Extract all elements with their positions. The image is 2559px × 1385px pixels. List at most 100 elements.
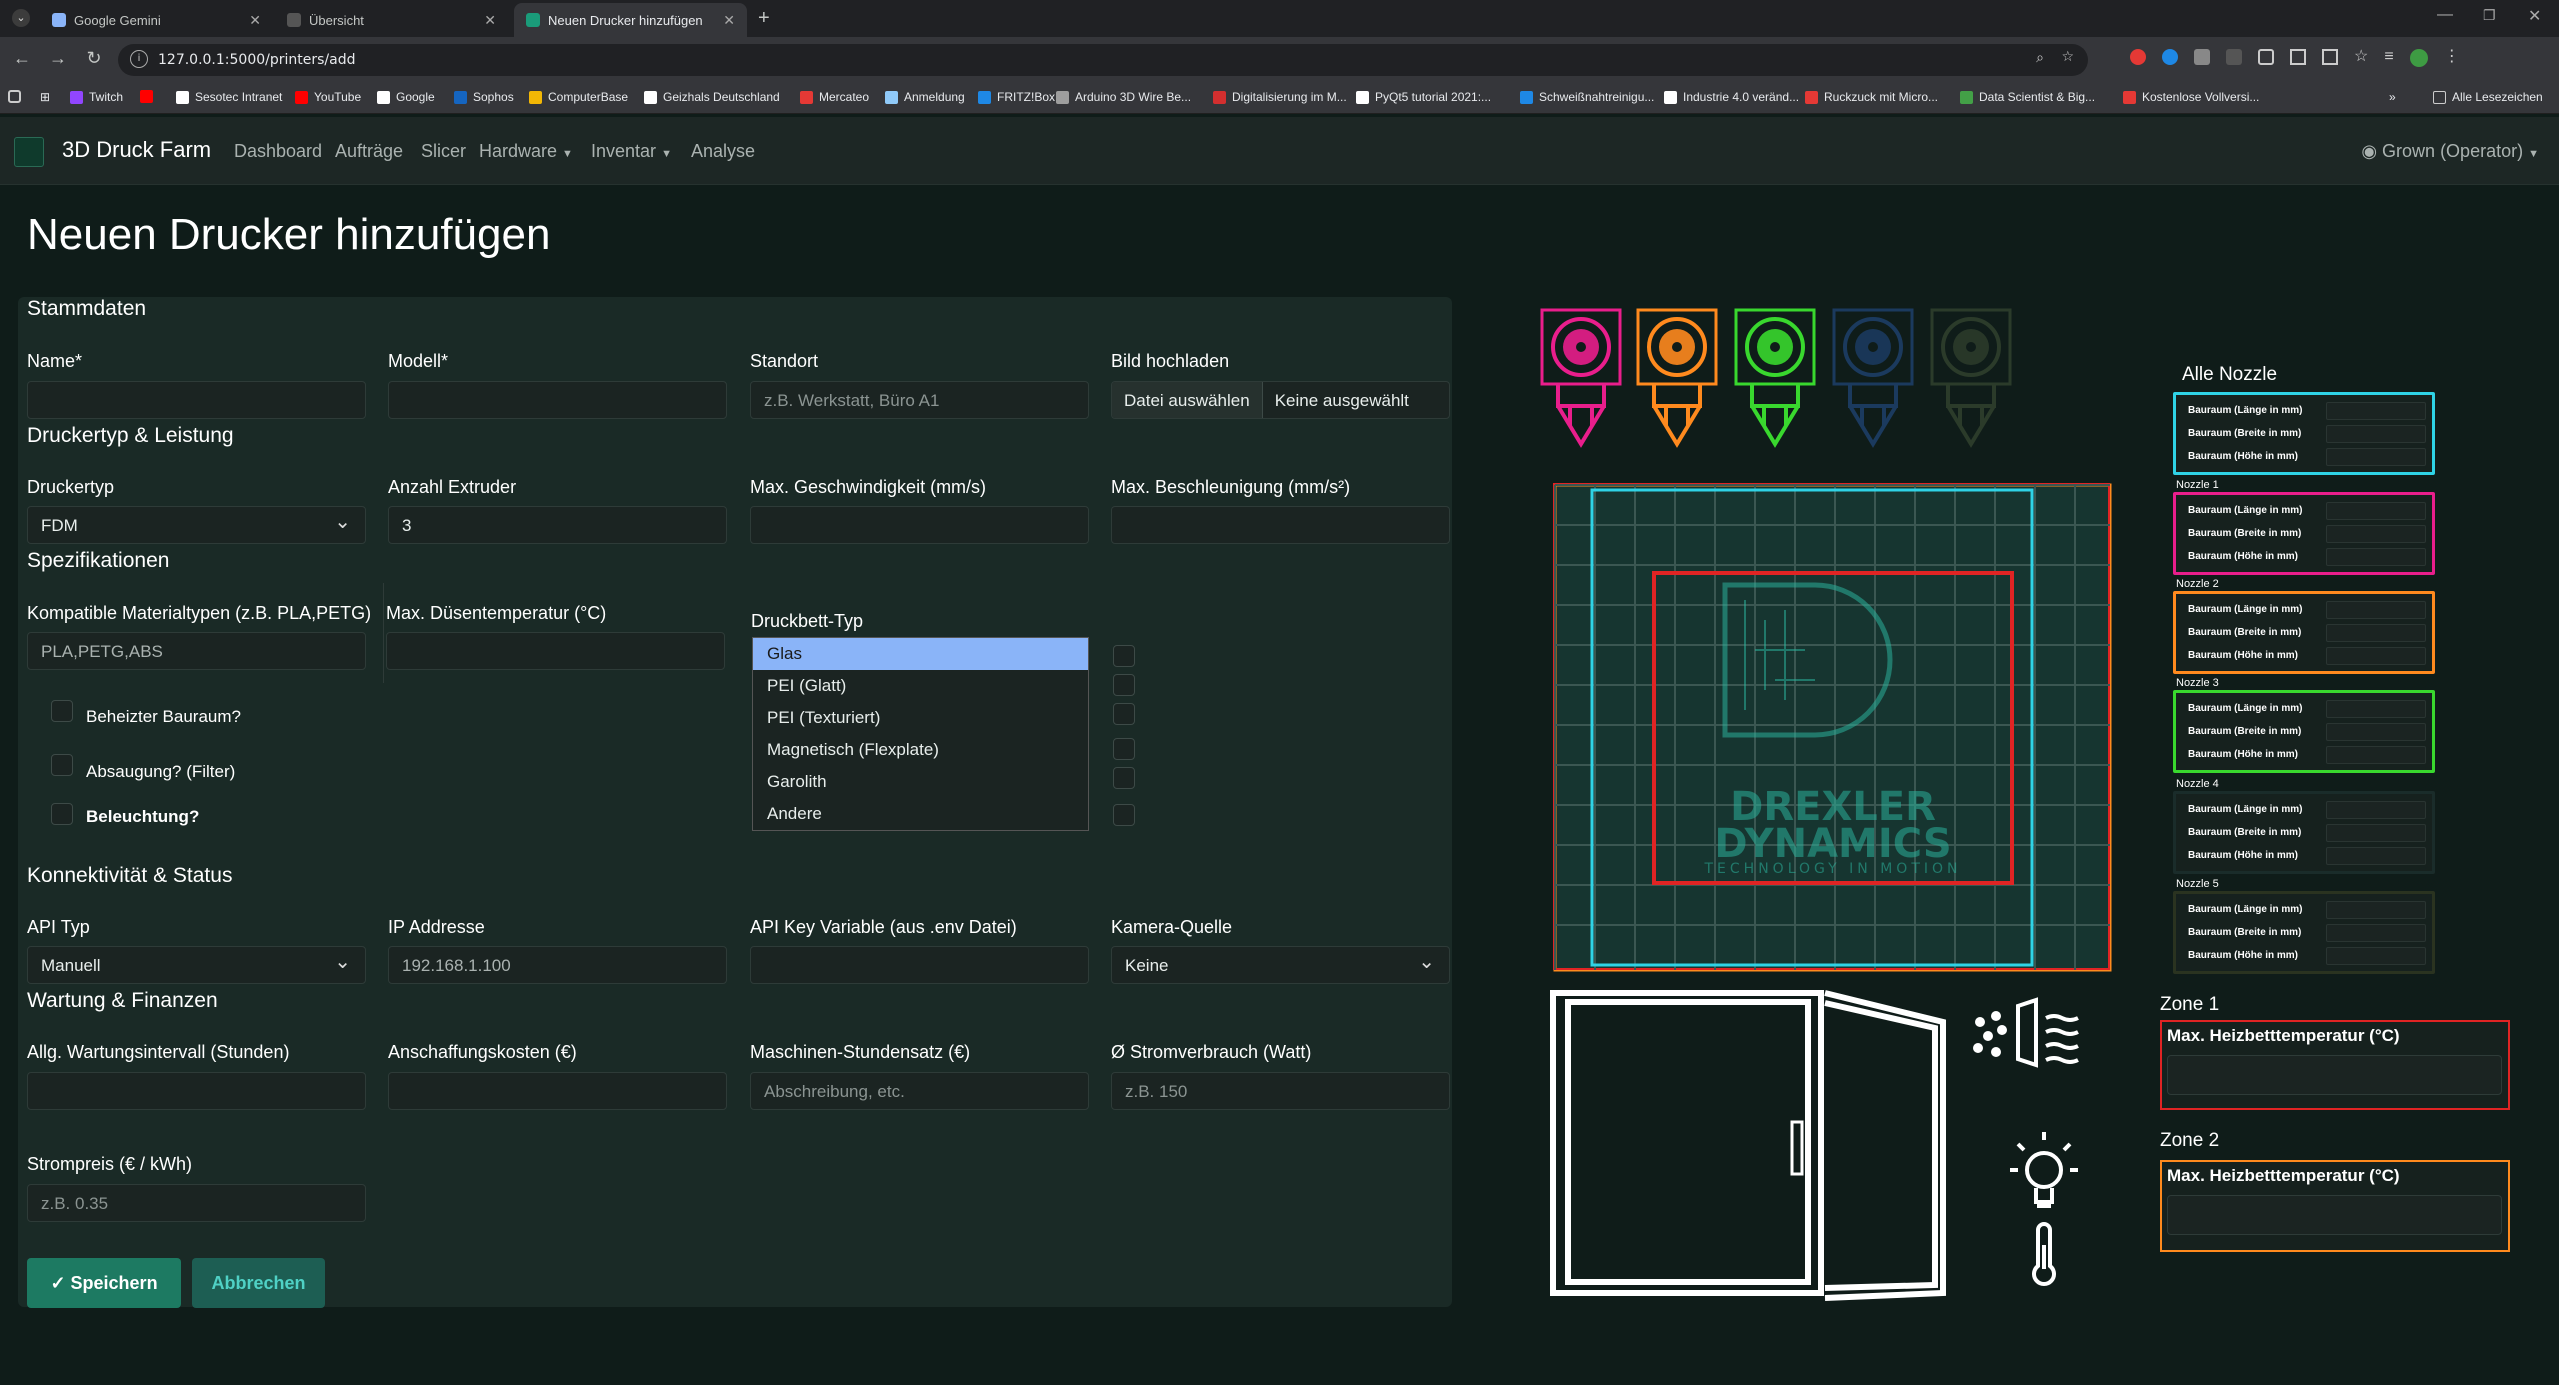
nozzle-1-icon[interactable] [1540,308,1622,448]
stundensatz-input[interactable]: Abschreibung, etc. [750,1072,1089,1110]
extra-checkbox[interactable] [1113,674,1135,696]
site-info-icon[interactable]: i [130,50,148,68]
nozzle-3-icon[interactable] [1734,308,1816,448]
extension-dark-icon[interactable] [2226,49,2242,65]
nav-slicer[interactable]: Slicer [421,141,466,162]
bookmark-star-icon[interactable]: ☆ [2061,49,2074,65]
browser-tab-uebersicht[interactable]: Übersicht ✕ [275,3,508,37]
zoom-icon[interactable]: ⌕ [2036,50,2044,66]
nozzle-4-icon[interactable] [1832,308,1914,448]
nav-analyse[interactable]: Analyse [691,141,755,162]
absaugung-checkbox[interactable] [51,754,73,776]
bookmark-item[interactable]: Digitalisierung im M... [1213,90,1347,104]
api-typ-select[interactable]: Manuell [27,946,366,984]
bookmark-item[interactable]: PyQt5 tutorial 2021:... [1356,90,1491,104]
all-bookmarks-folder[interactable]: Alle Lesezeichen [2433,90,2543,104]
bookmark-item[interactable]: Industrie 4.0 veränd... [1664,90,1799,104]
sidebar-icon[interactable] [2290,49,2306,65]
cancel-button[interactable]: Abbrechen [192,1258,325,1308]
nozzle-dimension-input[interactable] [2326,700,2426,718]
bookmark-item[interactable]: Google [377,90,435,104]
bookmark-item[interactable]: Kostenlose Vollversi... [2123,90,2259,104]
bookmark-item[interactable]: Geizhals Deutschland [644,90,780,104]
nozzle-dimension-input[interactable] [2326,924,2426,942]
restore-icon[interactable]: ❐ [2483,7,2496,24]
nozzle-dimension-input[interactable] [2326,901,2426,919]
grid-icon[interactable]: ⊞ [40,90,50,104]
material-input[interactable]: PLA,PETG,ABS [27,632,366,670]
bookmark-item[interactable]: FRITZ!Box [978,90,1055,104]
druckbett-dropdown[interactable]: Glas PEI (Glatt) PEI (Texturiert) Magnet… [752,637,1089,831]
choose-file-button[interactable]: Datei auswählen [1112,382,1263,418]
zone1-input[interactable] [2167,1055,2502,1095]
favorites-icon[interactable]: ☆ [2354,49,2368,67]
bookmark-item[interactable]: Sesotec Intranet [176,90,282,104]
intervall-input[interactable] [27,1072,366,1110]
bookmark-item[interactable]: Schweißnahtreinigu... [1520,90,1654,104]
bookmarks-more-icon[interactable]: » [2389,90,2396,104]
kamera-select[interactable]: Keine [1111,946,1450,984]
nozzle-dimension-input[interactable] [2326,425,2426,443]
extra-checkbox[interactable] [1113,767,1135,789]
apps-icon[interactable] [8,90,21,103]
nozzle-dimension-input[interactable] [2326,502,2426,520]
beschleunigung-input[interactable] [1111,506,1450,544]
nozzle-dimension-input[interactable] [2326,624,2426,642]
extension-blue-icon[interactable] [2162,49,2178,65]
nozzle-dimension-input[interactable] [2326,947,2426,965]
duesentemp-input[interactable] [386,632,725,670]
close-window-icon[interactable]: ✕ [2528,6,2541,26]
brand[interactable]: 3D Druck Farm [62,137,211,163]
druckbett-option[interactable]: PEI (Glatt) [753,670,1088,702]
extra-checkbox[interactable] [1113,703,1135,725]
druckbett-option[interactable]: Glas [753,638,1088,670]
nav-inventar[interactable]: Inventar ▼ [591,141,672,162]
new-tab-icon[interactable]: + [758,7,770,30]
bookmark-item[interactable]: YouTube [295,90,361,104]
browser-tab-gemini[interactable]: Google Gemini ✕ [40,3,273,37]
nozzle-dimension-input[interactable] [2326,746,2426,764]
druckbett-option[interactable]: PEI (Texturiert) [753,702,1088,734]
standort-input[interactable]: z.B. Werkstatt, Büro A1 [750,381,1089,419]
back-icon[interactable]: ← [10,48,34,69]
druckertyp-select[interactable]: FDM [27,506,366,544]
nav-auftraege[interactable]: Aufträge [335,141,403,162]
nozzle-dimension-input[interactable] [2326,402,2426,420]
bookmark-item[interactable]: Mercateo [800,90,869,104]
bookmark-item[interactable] [140,90,159,103]
profile-avatar[interactable] [2409,49,2428,67]
extension-gray-icon[interactable] [2194,49,2210,65]
save-button[interactable]: ✓ Speichern [27,1258,181,1308]
ip-input[interactable]: 192.168.1.100 [388,946,727,984]
reload-icon[interactable]: ↻ [82,48,106,69]
nozzle-dimension-input[interactable] [2326,525,2426,543]
url-input[interactable]: i 127.0.0.1:5000/printers/add ⌕ ☆ [118,44,2088,76]
nav-dashboard[interactable]: Dashboard [234,141,322,162]
nozzle-5-icon[interactable] [1930,308,2012,448]
tab-groups-icon[interactable] [2322,49,2338,65]
nozzle-dimension-input[interactable] [2326,448,2426,466]
bookmark-item[interactable]: Arduino 3D Wire Be... [1056,90,1191,104]
browser-tab-active[interactable]: Neuen Drucker hinzufügen ✕ [514,3,747,37]
druckbett-option[interactable]: Garolith [753,766,1088,798]
geschwindigkeit-input[interactable] [750,506,1089,544]
druckbett-option[interactable]: Magnetisch (Flexplate) [753,734,1088,766]
downloads-icon[interactable]: ≡ [2384,49,2393,67]
name-input[interactable] [27,381,366,419]
farm-logo-icon[interactable] [14,137,44,167]
nozzle-2-icon[interactable] [1636,308,1718,448]
bookmark-item[interactable]: ComputerBase [529,90,628,104]
menu-icon[interactable]: ⋮ [2444,49,2460,67]
extra-checkbox[interactable] [1113,738,1135,760]
extruder-input[interactable]: 3 [388,506,727,544]
nozzle-dimension-input[interactable] [2326,723,2426,741]
file-input[interactable]: Datei auswählen Keine ausgewählt [1111,381,1450,419]
nozzle-dimension-input[interactable] [2326,601,2426,619]
strompreis-input[interactable]: z.B. 0.35 [27,1184,366,1222]
beleuchtung-checkbox[interactable] [51,803,73,825]
close-tab-icon[interactable]: ✕ [249,12,261,29]
bookmark-item[interactable]: Ruckzuck mit Micro... [1805,90,1938,104]
extra-checkbox[interactable] [1113,804,1135,826]
extensions-puzzle-icon[interactable] [2258,49,2274,65]
apikey-input[interactable] [750,946,1089,984]
